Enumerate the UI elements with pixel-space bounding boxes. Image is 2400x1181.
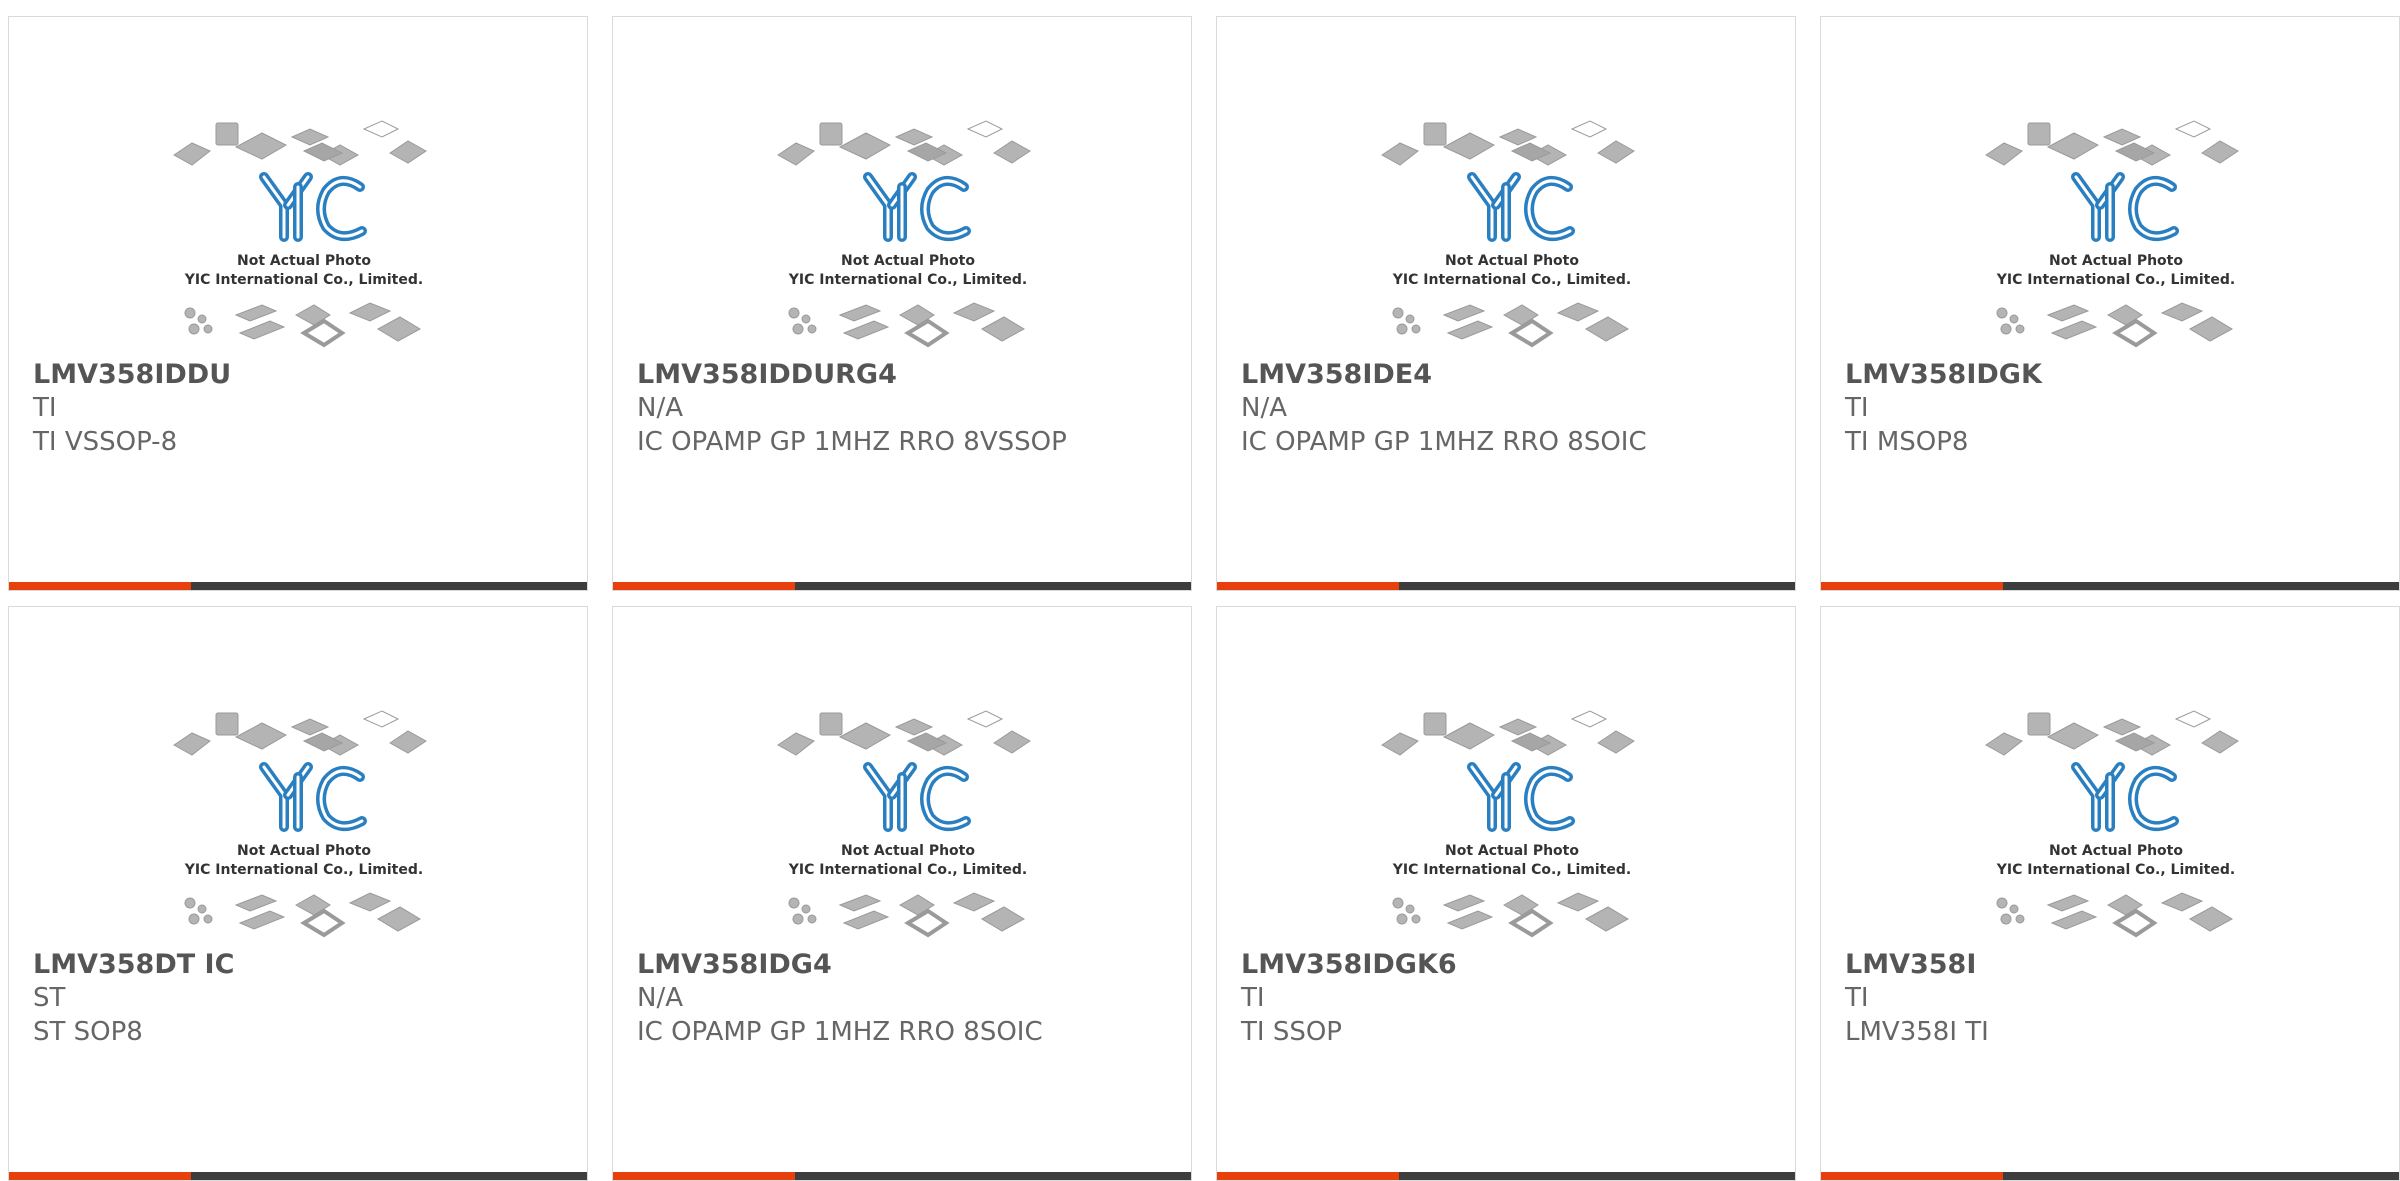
- yic-logo-icon: [259, 172, 367, 242]
- manufacturer: TI: [33, 393, 57, 423]
- card-footer-accent: [1217, 582, 1399, 590]
- placeholder-line-2: YIC International Co., Limited.: [1392, 862, 1631, 878]
- not-actual-photo-placeholder-image: Not Actual Photo YIC International Co., …: [173, 120, 427, 348]
- chip-icons-bottom: [1996, 892, 2234, 938]
- part-description: IC OPAMP GP 1MHZ RRO 8SOIC: [637, 1017, 1043, 1047]
- placeholder-line-1: Not Actual Photo: [237, 843, 371, 859]
- part-number[interactable]: LMV358IDE4: [1241, 359, 1432, 390]
- card-footer-bar: [1821, 1172, 2399, 1180]
- yic-logo-icon: [259, 762, 367, 832]
- part-number[interactable]: LMV358IDDU: [33, 359, 231, 390]
- yic-logo-icon: [863, 172, 971, 242]
- product-card-5[interactable]: Not Actual Photo YIC International Co., …: [8, 606, 588, 1181]
- chip-icons-top: [777, 710, 1031, 756]
- manufacturer: ST: [33, 983, 66, 1013]
- product-card-4[interactable]: Not Actual Photo YIC International Co., …: [1820, 16, 2400, 591]
- part-number[interactable]: LMV358IDG4: [637, 949, 832, 980]
- chip-icons-bottom: [1996, 302, 2234, 348]
- chip-icons-bottom: [788, 892, 1026, 938]
- yic-logo-icon: [2071, 762, 2179, 832]
- product-grid: Not Actual Photo YIC International Co., …: [0, 0, 2400, 1181]
- chip-icons-top: [1985, 120, 2239, 166]
- yic-logo-icon: [1467, 172, 1575, 242]
- manufacturer: N/A: [637, 983, 683, 1013]
- card-footer-bar: [613, 1172, 1191, 1180]
- part-description: ST SOP8: [33, 1017, 143, 1047]
- chip-icons-bottom: [1392, 892, 1630, 938]
- placeholder-line-2: YIC International Co., Limited.: [788, 862, 1027, 878]
- part-description: LMV358I TI: [1845, 1017, 1989, 1047]
- part-number[interactable]: LMV358IDDURG4: [637, 359, 897, 390]
- placeholder-line-1: Not Actual Photo: [2049, 253, 2183, 269]
- yic-logo-icon: [863, 762, 971, 832]
- placeholder-line-2: YIC International Co., Limited.: [184, 272, 423, 288]
- not-actual-photo-placeholder-image: Not Actual Photo YIC International Co., …: [1381, 120, 1635, 348]
- not-actual-photo-placeholder-image: Not Actual Photo YIC International Co., …: [173, 710, 427, 938]
- card-footer-accent: [613, 1172, 795, 1180]
- not-actual-photo-placeholder-image: Not Actual Photo YIC International Co., …: [1985, 710, 2239, 938]
- placeholder-line-2: YIC International Co., Limited.: [1392, 272, 1631, 288]
- chip-icons-top: [777, 120, 1031, 166]
- placeholder-line-1: Not Actual Photo: [1445, 253, 1579, 269]
- placeholder-line-1: Not Actual Photo: [1445, 843, 1579, 859]
- placeholder-line-2: YIC International Co., Limited.: [1996, 862, 2235, 878]
- card-footer-accent: [613, 582, 795, 590]
- card-footer-bar: [9, 1172, 587, 1180]
- card-footer-accent: [9, 582, 191, 590]
- part-description: TI VSSOP-8: [33, 427, 178, 457]
- placeholder-line-2: YIC International Co., Limited.: [788, 272, 1027, 288]
- card-footer-accent: [1821, 582, 2003, 590]
- card-footer-bar: [9, 582, 587, 590]
- placeholder-line-1: Not Actual Photo: [237, 253, 371, 269]
- card-footer-bar: [1821, 582, 2399, 590]
- product-card-1[interactable]: Not Actual Photo YIC International Co., …: [8, 16, 588, 591]
- chip-icons-top: [1381, 120, 1635, 166]
- placeholder-line-1: Not Actual Photo: [841, 253, 975, 269]
- chip-icons-top: [1985, 710, 2239, 756]
- card-footer-bar: [1217, 582, 1795, 590]
- chip-icons-top: [1381, 710, 1635, 756]
- product-card-2[interactable]: Not Actual Photo YIC International Co., …: [612, 16, 1192, 591]
- product-card-8[interactable]: Not Actual Photo YIC International Co., …: [1820, 606, 2400, 1181]
- part-description: IC OPAMP GP 1MHZ RRO 8VSSOP: [637, 427, 1067, 457]
- card-footer-accent: [1821, 1172, 2003, 1180]
- part-number[interactable]: LMV358IDGK: [1845, 359, 2042, 390]
- manufacturer: N/A: [637, 393, 683, 423]
- part-description: TI SSOP: [1241, 1017, 1342, 1047]
- manufacturer: TI: [1241, 983, 1265, 1013]
- part-number[interactable]: LMV358DT IC: [33, 949, 234, 980]
- manufacturer: TI: [1845, 983, 1869, 1013]
- yic-logo-icon: [1467, 762, 1575, 832]
- chip-icons-top: [173, 120, 427, 166]
- chip-icons-bottom: [788, 302, 1026, 348]
- manufacturer: N/A: [1241, 393, 1287, 423]
- not-actual-photo-placeholder-image: Not Actual Photo YIC International Co., …: [777, 120, 1031, 348]
- not-actual-photo-placeholder-image: Not Actual Photo YIC International Co., …: [1381, 710, 1635, 938]
- placeholder-line-1: Not Actual Photo: [2049, 843, 2183, 859]
- product-card-6[interactable]: Not Actual Photo YIC International Co., …: [612, 606, 1192, 1181]
- product-card-3[interactable]: Not Actual Photo YIC International Co., …: [1216, 16, 1796, 591]
- manufacturer: TI: [1845, 393, 1869, 423]
- chip-icons-bottom: [184, 892, 422, 938]
- placeholder-line-2: YIC International Co., Limited.: [184, 862, 423, 878]
- card-footer-accent: [1217, 1172, 1399, 1180]
- placeholder-line-1: Not Actual Photo: [841, 843, 975, 859]
- product-card-7[interactable]: Not Actual Photo YIC International Co., …: [1216, 606, 1796, 1181]
- part-number[interactable]: LMV358IDGK6: [1241, 949, 1457, 980]
- part-description: IC OPAMP GP 1MHZ RRO 8SOIC: [1241, 427, 1647, 457]
- card-footer-bar: [1217, 1172, 1795, 1180]
- part-description: TI MSOP8: [1845, 427, 1969, 457]
- chip-icons-bottom: [1392, 302, 1630, 348]
- card-footer-bar: [613, 582, 1191, 590]
- not-actual-photo-placeholder-image: Not Actual Photo YIC International Co., …: [1985, 120, 2239, 348]
- chip-icons-top: [173, 710, 427, 756]
- yic-logo-icon: [2071, 172, 2179, 242]
- part-number[interactable]: LMV358I: [1845, 949, 1976, 980]
- chip-icons-bottom: [184, 302, 422, 348]
- card-footer-accent: [9, 1172, 191, 1180]
- placeholder-line-2: YIC International Co., Limited.: [1996, 272, 2235, 288]
- not-actual-photo-placeholder-image: Not Actual Photo YIC International Co., …: [777, 710, 1031, 938]
